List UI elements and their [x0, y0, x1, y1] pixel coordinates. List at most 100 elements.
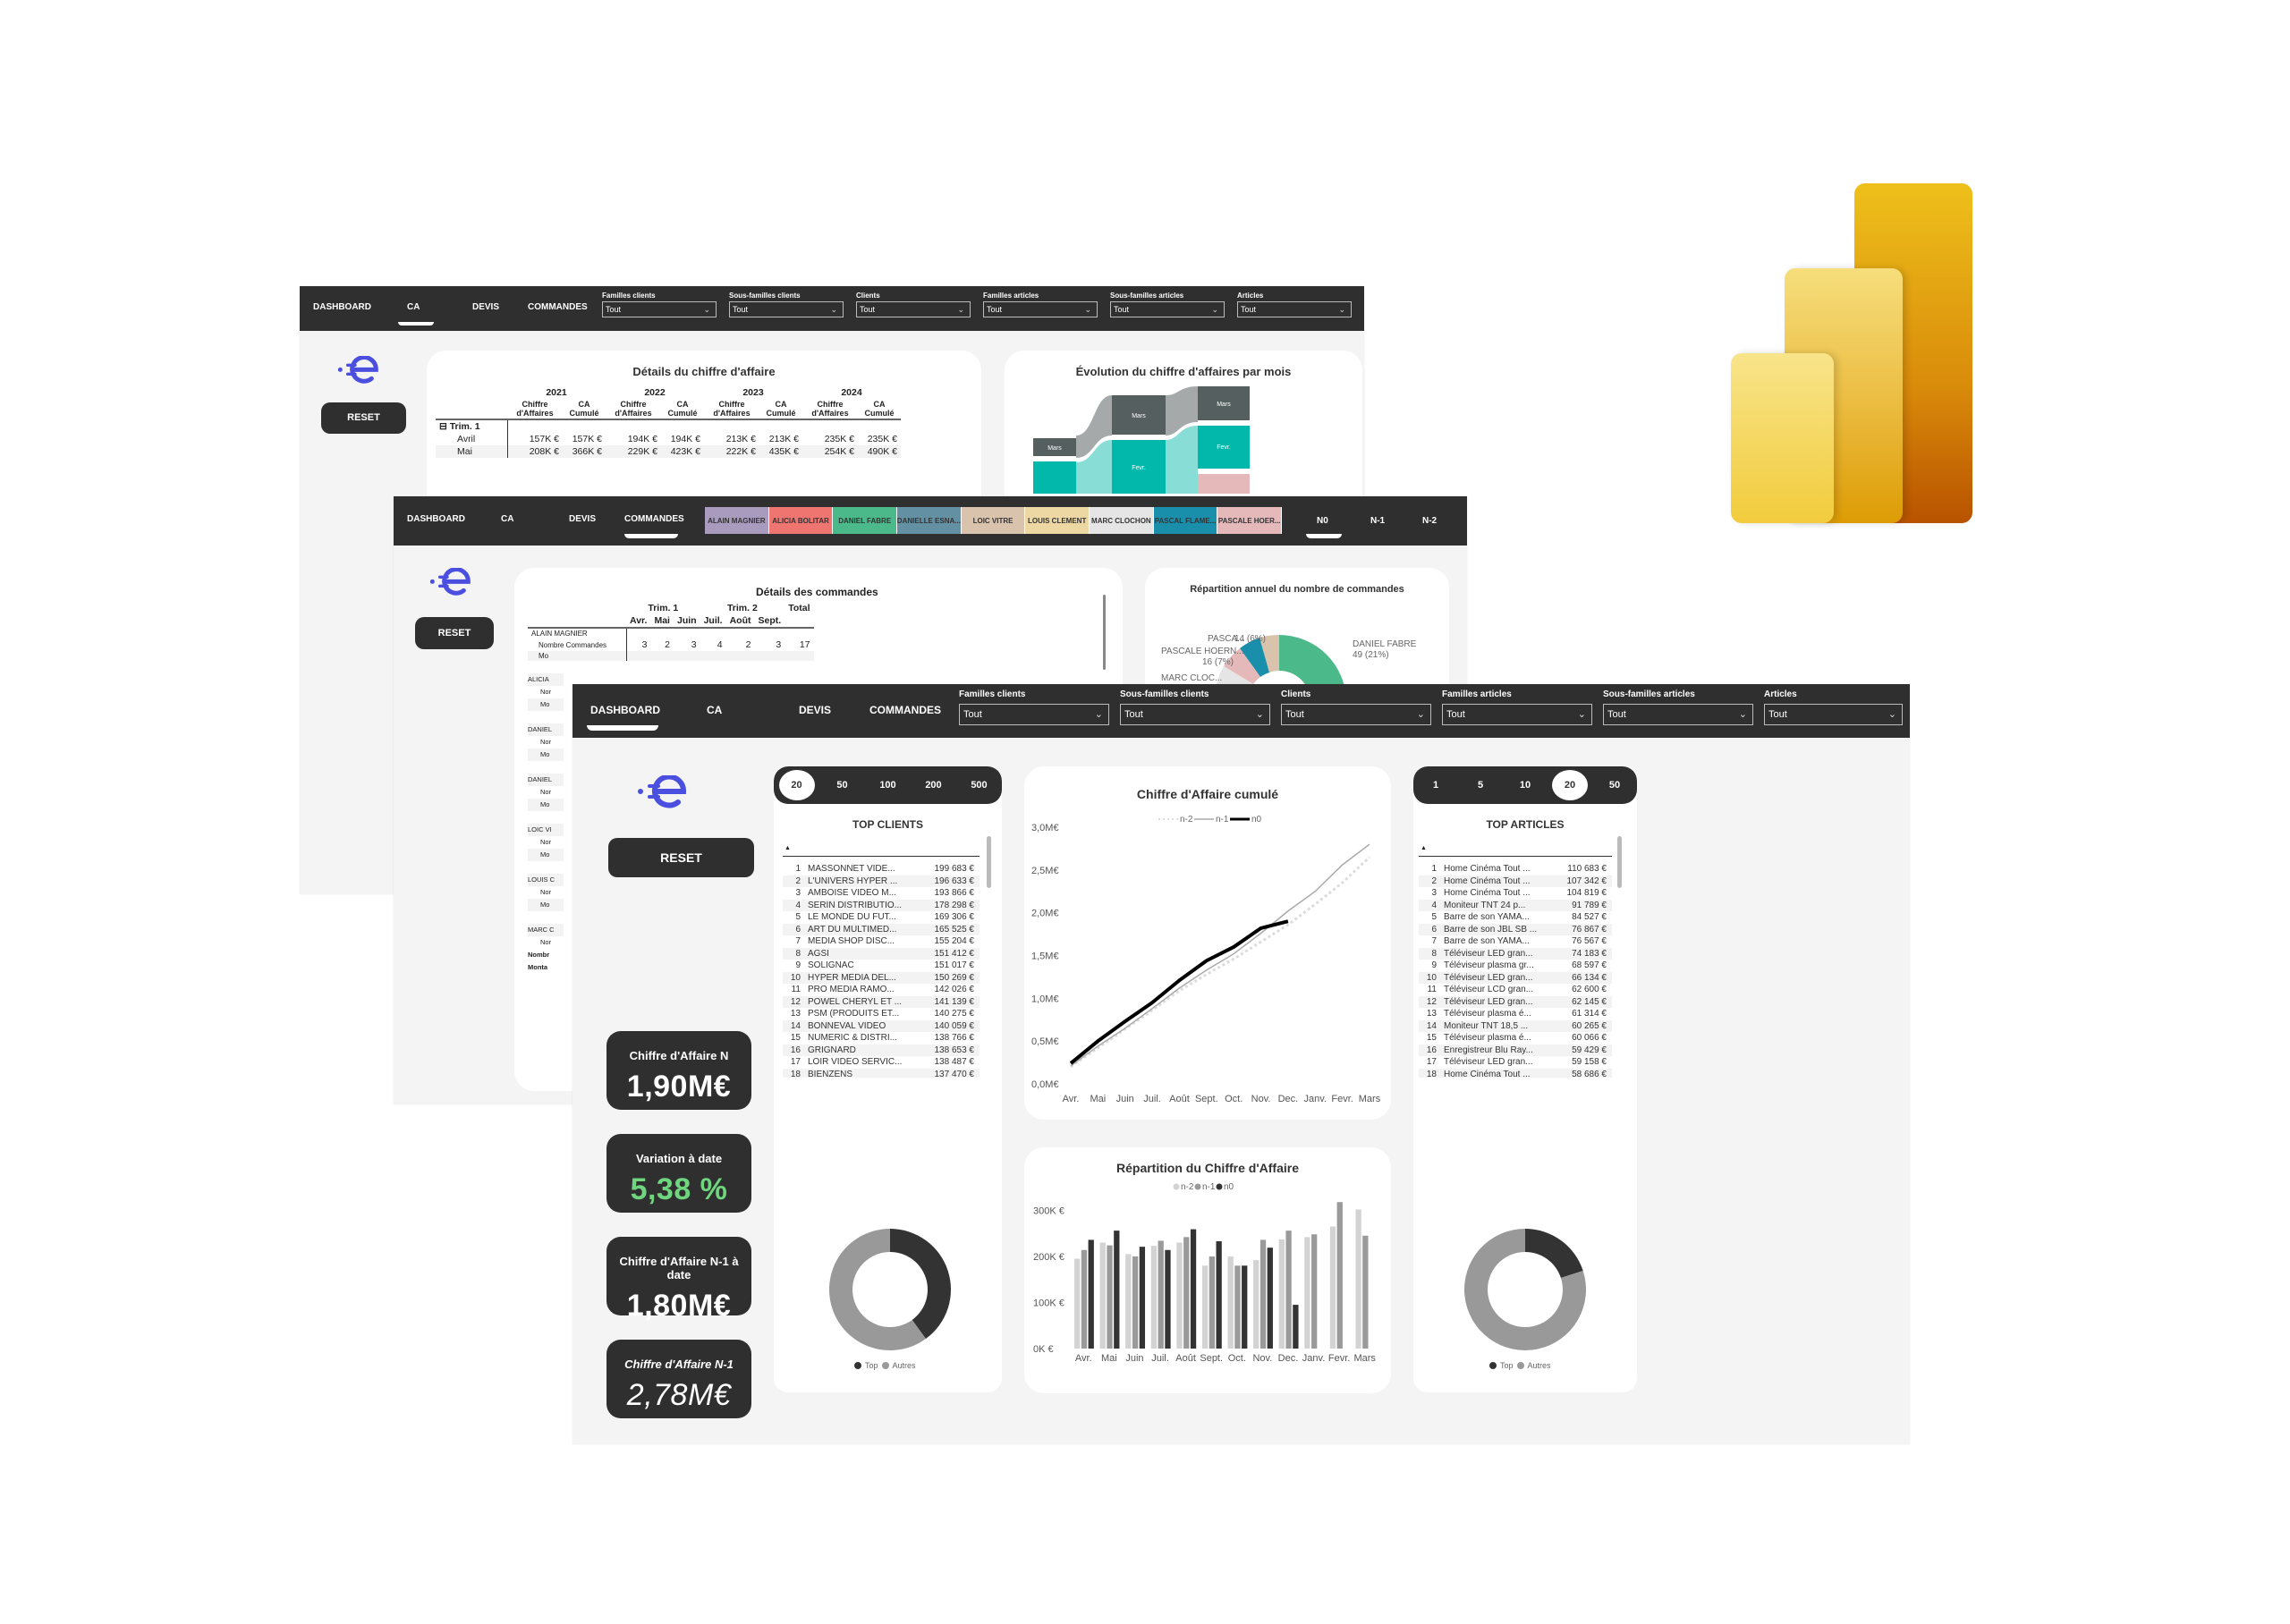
list-item[interactable]: 5 LE MONDE DU FUT... 169 306 €: [783, 911, 980, 924]
list-item[interactable]: 13 Téléviseur plasma é... 61 314 €: [1419, 1008, 1612, 1020]
bar-n-2[interactable]: [1278, 1239, 1285, 1349]
scrollbar[interactable]: [1617, 836, 1622, 888]
bar-n-2[interactable]: [1074, 1258, 1081, 1349]
donut-slice-top[interactable]: [890, 1229, 951, 1340]
bar-n-1[interactable]: [1081, 1249, 1088, 1349]
bar-n-1[interactable]: [1209, 1256, 1215, 1349]
bar-n0[interactable]: [1088, 1239, 1094, 1349]
bar-n-2[interactable]: [1201, 1265, 1209, 1349]
list-item[interactable]: 11 Téléviseur LCD gran... 62 600 €: [1419, 984, 1612, 996]
bar-n0[interactable]: [1139, 1247, 1146, 1349]
bar-n-2[interactable]: [1355, 1209, 1361, 1349]
seller-row[interactable]: LOIC VI: [528, 824, 564, 836]
bar-n-1[interactable]: [1234, 1265, 1241, 1349]
list-item[interactable]: 2 Home Cinéma Tout ... 107 342 €: [1419, 875, 1612, 887]
bar-n-2[interactable]: [1227, 1256, 1234, 1349]
seller-row[interactable]: ALICIA: [528, 673, 564, 686]
top-n-option-100[interactable]: 100: [870, 770, 906, 800]
list-item[interactable]: 8 AGSI 151 412 €: [783, 947, 980, 960]
list-item[interactable]: 15 Téléviseur plasma é... 60 066 €: [1419, 1032, 1612, 1045]
filter-clients[interactable]: Clients Tout ⌄: [856, 292, 971, 317]
list-item[interactable]: 1 MASSONNET VIDE... 199 683 €: [783, 863, 980, 875]
filter-sous-familles-clients[interactable]: Sous-familles clients Tout ⌄: [729, 292, 844, 317]
list-item[interactable]: 17 Téléviseur LED gran... 59 158 €: [1419, 1056, 1612, 1069]
list-item[interactable]: 18 BIENZENS 137 470 €: [783, 1068, 980, 1078]
list-item[interactable]: 10 HYPER MEDIA DEL... 150 269 €: [783, 971, 980, 984]
list-item[interactable]: 1 Home Cinéma Tout ... 110 683 €: [1419, 863, 1612, 875]
bar-n-1[interactable]: [1107, 1245, 1113, 1349]
bar-n-2[interactable]: [1150, 1246, 1158, 1349]
bar-n-2[interactable]: [1304, 1237, 1310, 1349]
list-item[interactable]: 16 Enregistreur Blu Ray... 59 429 €: [1419, 1044, 1612, 1056]
list-item[interactable]: 2 L'UNIVERS HYPER ... 196 633 €: [783, 875, 980, 887]
tab-devis[interactable]: DEVIS: [472, 302, 499, 312]
top-n-option-5[interactable]: 5: [1463, 770, 1498, 800]
list-item[interactable]: 4 Moniteur TNT 24 p... 91 789 €: [1419, 899, 1612, 911]
list-item[interactable]: 10 Téléviseur LED gran... 66 134 €: [1419, 971, 1612, 984]
scrollbar[interactable]: [1103, 595, 1106, 670]
list-item[interactable]: 9 SOLIGNAC 151 017 €: [783, 960, 980, 972]
list-item[interactable]: 8 Téléviseur LED gran... 74 183 €: [1419, 947, 1612, 960]
top-n-option-50[interactable]: 50: [1597, 770, 1633, 800]
period-n-1[interactable]: n-1: [1370, 516, 1385, 526]
list-item[interactable]: 12 Téléviseur LED gran... 62 145 €: [1419, 995, 1612, 1008]
seller-chip[interactable]: PASCALE HOER...: [1217, 507, 1283, 534]
top-n-option-20[interactable]: 20: [778, 770, 815, 800]
sort-indicator[interactable]: ▲: [1421, 845, 1427, 851]
sort-indicator[interactable]: ▲: [785, 845, 791, 851]
tab-devis[interactable]: DEVIS: [569, 514, 596, 524]
row-group[interactable]: ⊟ Trim. 1: [436, 419, 508, 433]
seller-row[interactable]: DANIEL: [528, 774, 564, 786]
filter-articles[interactable]: Articles Tout ⌄: [1764, 689, 1903, 725]
seller-chip[interactable]: ALAIN MAGNIER: [705, 507, 769, 534]
scrollbar[interactable]: [987, 836, 991, 888]
bar-n-2[interactable]: [1176, 1242, 1183, 1349]
seller-chip[interactable]: ALICIA BOLITAR: [768, 507, 834, 534]
filter-familles-articles[interactable]: Familles articles Tout ⌄: [1442, 689, 1592, 725]
reset-button[interactable]: RESET: [608, 838, 754, 877]
bar-n0[interactable]: [1216, 1240, 1222, 1349]
bar-n-1[interactable]: [1183, 1237, 1190, 1349]
filter-sous-familles-articles[interactable]: Sous-familles articles Tout ⌄: [1110, 292, 1225, 317]
bar-n-1[interactable]: [1260, 1239, 1267, 1349]
list-item[interactable]: 17 LOIR VIDEO SERVIC... 138 487 €: [783, 1056, 980, 1069]
seller-chip[interactable]: LOIC VITRE: [961, 507, 1026, 534]
bar-n-1[interactable]: [1311, 1234, 1318, 1349]
filter-clients[interactable]: Clients Tout ⌄: [1281, 689, 1431, 725]
list-item[interactable]: 18 Home Cinéma Tout ... 58 686 €: [1419, 1068, 1612, 1078]
list-item[interactable]: 14 Moniteur TNT 18,5 ... 60 265 €: [1419, 1019, 1612, 1032]
tab-ca[interactable]: CA: [501, 514, 513, 524]
list-item[interactable]: 6 Barre de son JBL SB ... 76 867 €: [1419, 923, 1612, 935]
list-item[interactable]: 13 PSM (PRODUITS ET... 140 275 €: [783, 1008, 980, 1020]
donut-slice-top[interactable]: [1525, 1229, 1583, 1279]
bar-n0[interactable]: [1190, 1229, 1197, 1349]
seller-row[interactable]: ALAIN MAGNIER: [528, 628, 627, 639]
bar-n-1[interactable]: [1362, 1235, 1369, 1349]
bar-n-1[interactable]: [1336, 1202, 1343, 1349]
tab-dashboard[interactable]: DASHBOARD: [407, 514, 465, 524]
tab-devis[interactable]: DEVIS: [799, 704, 831, 716]
bar-n-2[interactable]: [1329, 1226, 1336, 1349]
seller-row[interactable]: DANIEL: [528, 723, 564, 736]
tab-commandes[interactable]: COMMANDES: [869, 704, 941, 716]
seller-chip[interactable]: PASCAL FLAME...: [1153, 507, 1218, 534]
list-item[interactable]: 6 ART DU MULTIMED... 165 525 €: [783, 923, 980, 935]
bar-n0[interactable]: [1293, 1305, 1299, 1349]
filter-sous-familles-articles[interactable]: Sous-familles articles Tout ⌄: [1603, 689, 1753, 725]
top-n-option-1[interactable]: 1: [1418, 770, 1454, 800]
top-n-option-20[interactable]: 20: [1552, 770, 1588, 800]
top-n-option-500[interactable]: 500: [962, 770, 997, 800]
filter-familles-articles[interactable]: Familles articles Tout ⌄: [983, 292, 1098, 317]
list-item[interactable]: 5 Barre de son YAMA... 84 527 €: [1419, 911, 1612, 924]
reset-button[interactable]: RESET: [321, 402, 406, 434]
period-n-2[interactable]: n-2: [1422, 516, 1437, 526]
top-n-option-50[interactable]: 50: [825, 770, 861, 800]
filter-familles-clients[interactable]: Familles clients Tout ⌄: [602, 292, 717, 317]
bar-n0[interactable]: [1267, 1248, 1273, 1349]
list-item[interactable]: 7 Barre de son YAMA... 76 567 €: [1419, 935, 1612, 948]
seller-row[interactable]: LOUIS C: [528, 874, 564, 886]
tab-dashboard[interactable]: DASHBOARD: [313, 302, 371, 312]
bar-n-2[interactable]: [1253, 1260, 1260, 1349]
filter-articles[interactable]: Articles Tout ⌄: [1237, 292, 1352, 317]
seller-chip[interactable]: LOUIS CLEMENT: [1025, 507, 1090, 534]
